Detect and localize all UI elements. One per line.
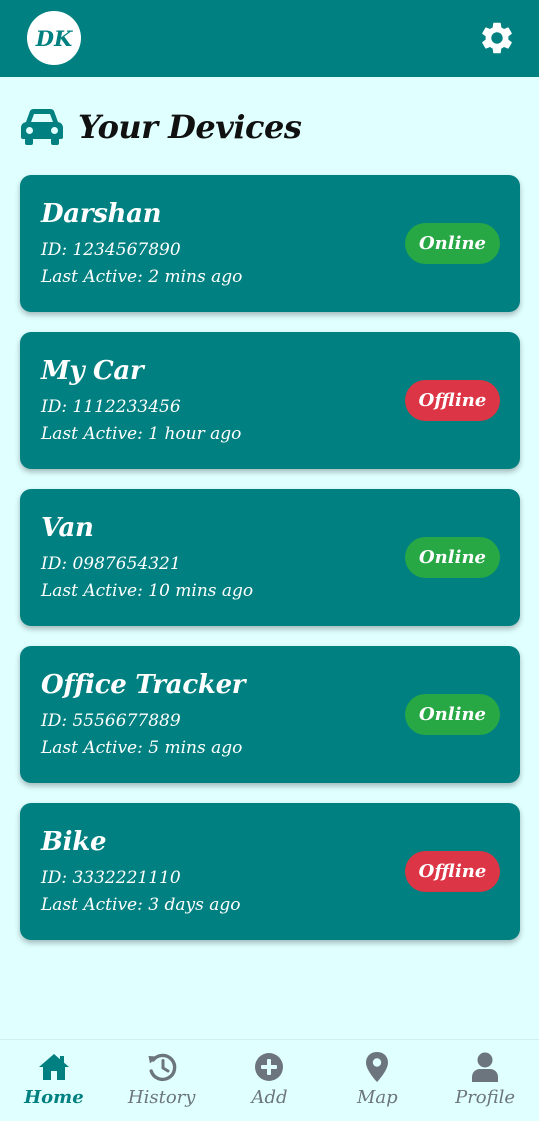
- user-icon: [472, 1052, 499, 1082]
- device-name: My Car: [41, 356, 144, 386]
- device-name: Office Tracker: [41, 670, 246, 700]
- nav-label: Add: [251, 1087, 288, 1108]
- device-name: Bike: [41, 827, 107, 857]
- device-id: ID: 1234567890: [41, 240, 181, 260]
- status-badge: Offline: [405, 380, 500, 421]
- home-icon: [38, 1054, 69, 1080]
- device-last-active: Last Active: 10 mins ago: [41, 581, 254, 601]
- gear-icon[interactable]: [478, 19, 516, 57]
- nav-label: Map: [356, 1087, 398, 1108]
- device-last-active: Last Active: 3 days ago: [41, 895, 241, 915]
- device-last-active: Last Active: 5 mins ago: [41, 738, 243, 758]
- nav-item-add[interactable]: Add: [216, 1040, 324, 1121]
- device-name: Darshan: [41, 199, 162, 229]
- device-card-darshan[interactable]: Darshan ID: 1234567890 Last Active: 2 mi…: [20, 175, 520, 312]
- nav-item-history[interactable]: History: [108, 1040, 216, 1121]
- nav-label: Home: [24, 1087, 84, 1108]
- nav-item-profile[interactable]: Profile: [431, 1040, 539, 1121]
- status-badge: Online: [405, 223, 500, 264]
- device-last-active: Last Active: 1 hour ago: [41, 424, 242, 444]
- status-badge: Online: [405, 537, 500, 578]
- car-icon: [21, 109, 63, 145]
- status-badge: Offline: [405, 851, 500, 892]
- nav-item-map[interactable]: Map: [323, 1040, 431, 1121]
- nav-label: Profile: [455, 1087, 516, 1108]
- device-id: ID: 3332221110: [41, 868, 181, 888]
- nav-label: History: [127, 1087, 196, 1108]
- device-id: ID: 5556677889: [41, 711, 181, 731]
- device-card-office-tracker[interactable]: Office Tracker ID: 5556677889 Last Activ…: [20, 646, 520, 783]
- device-name: Van: [41, 513, 94, 543]
- device-id: ID: 0987654321: [41, 554, 181, 574]
- device-id: ID: 1112233456: [41, 397, 181, 417]
- status-badge: Online: [405, 694, 500, 735]
- page-title: Your Devices: [78, 108, 302, 146]
- history-icon: [148, 1053, 177, 1082]
- bottom-navigation: Home History Add Map Profile: [0, 1039, 539, 1121]
- page-heading: Your Devices: [20, 107, 302, 147]
- avatar[interactable]: DK: [27, 11, 81, 65]
- nav-item-home[interactable]: Home: [0, 1040, 108, 1121]
- add-circle-icon: [255, 1053, 284, 1081]
- device-card-my-car[interactable]: My Car ID: 1112233456 Last Active: 1 hou…: [20, 332, 520, 469]
- map-pin-icon: [366, 1052, 389, 1082]
- device-card-bike[interactable]: Bike ID: 3332221110 Last Active: 3 days …: [20, 803, 520, 940]
- device-last-active: Last Active: 2 mins ago: [41, 267, 243, 287]
- top-app-bar: DK: [0, 0, 539, 77]
- device-card-van[interactable]: Van ID: 0987654321 Last Active: 10 mins …: [20, 489, 520, 626]
